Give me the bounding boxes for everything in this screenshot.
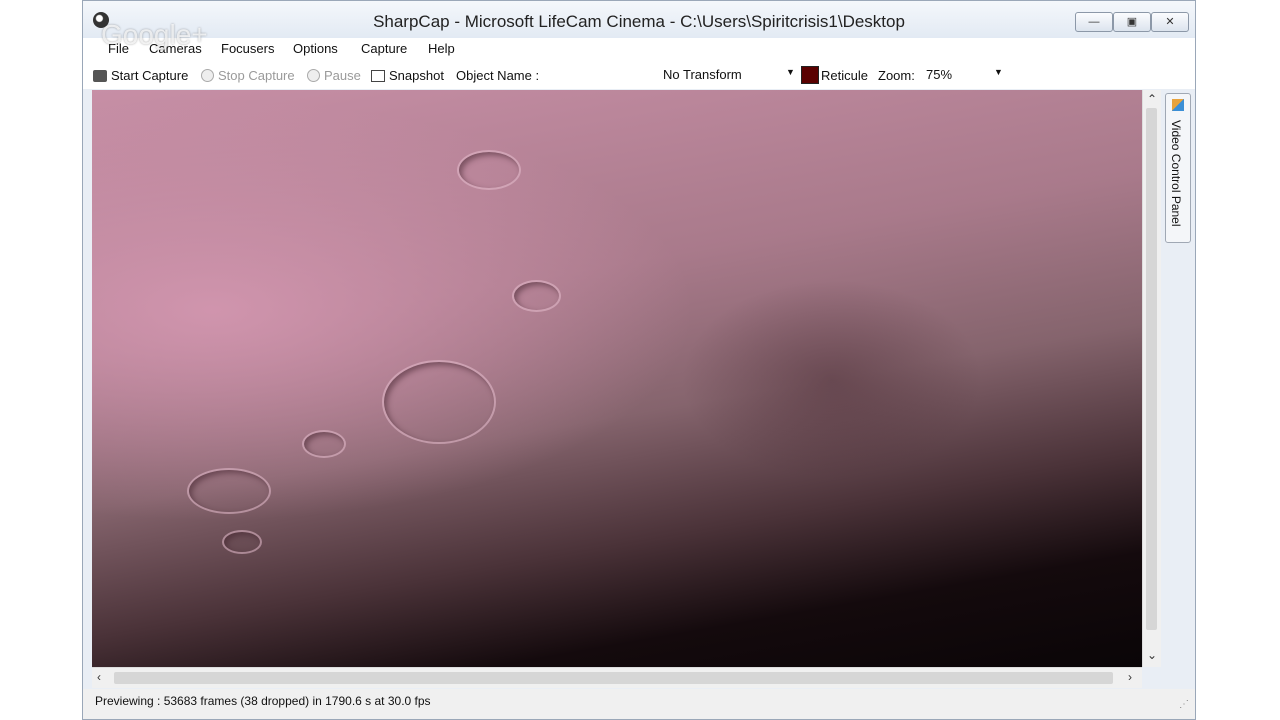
snapshot-label: Snapshot bbox=[389, 68, 444, 83]
video-control-panel-label: Video Control Panel bbox=[1169, 120, 1183, 227]
crater bbox=[382, 360, 496, 444]
start-capture-label: Start Capture bbox=[111, 68, 189, 83]
start-capture-button[interactable]: Start Capture bbox=[93, 68, 188, 83]
maximize-button[interactable]: ▣ bbox=[1113, 12, 1151, 32]
menu-bar: File Cameras Focusers Options Capture He… bbox=[83, 38, 1195, 62]
crater bbox=[302, 430, 346, 458]
close-button[interactable]: ✕ bbox=[1151, 12, 1189, 32]
horizontal-scroll-thumb[interactable] bbox=[114, 672, 1113, 684]
scroll-right-icon[interactable]: › bbox=[1128, 670, 1132, 684]
stop-capture-button[interactable]: Stop Capture bbox=[201, 68, 295, 83]
crater bbox=[512, 280, 561, 312]
control-panel-icon bbox=[1172, 99, 1184, 111]
reticule-button[interactable]: Reticule bbox=[821, 68, 868, 83]
transform-select[interactable]: No Transform bbox=[663, 67, 742, 82]
minimize-button[interactable]: — bbox=[1075, 12, 1113, 32]
menu-focusers[interactable]: Focusers bbox=[221, 41, 274, 56]
camera-icon bbox=[93, 69, 107, 82]
crater bbox=[457, 150, 521, 190]
status-bar: Previewing : 53683 frames (38 dropped) i… bbox=[83, 689, 1195, 719]
pause-icon bbox=[307, 69, 320, 82]
crater bbox=[222, 530, 262, 554]
vertical-scrollbar[interactable]: ⌃ ⌄ bbox=[1142, 90, 1161, 667]
snapshot-button[interactable]: Snapshot bbox=[371, 68, 444, 83]
pause-label: Pause bbox=[324, 68, 361, 83]
menu-file[interactable]: File bbox=[108, 41, 129, 56]
menu-help[interactable]: Help bbox=[428, 41, 455, 56]
resize-grip-icon[interactable]: ⋰ bbox=[1179, 699, 1189, 710]
reticule-icon[interactable] bbox=[801, 66, 819, 84]
camera-preview[interactable] bbox=[92, 90, 1142, 667]
snapshot-icon bbox=[371, 69, 385, 82]
pause-button[interactable]: Pause bbox=[307, 68, 361, 83]
object-name-label: Object Name : bbox=[456, 68, 540, 83]
status-text: Previewing : 53683 frames (38 dropped) i… bbox=[95, 694, 431, 708]
window-title: SharpCap - Microsoft LifeCam Cinema - C:… bbox=[373, 12, 905, 31]
title-bar[interactable]: SharpCap - Microsoft LifeCam Cinema - C:… bbox=[83, 1, 1195, 41]
video-control-panel-tab[interactable]: Video Control Panel bbox=[1165, 93, 1191, 243]
crater bbox=[187, 468, 271, 514]
scroll-left-icon[interactable]: ‹ bbox=[97, 670, 101, 684]
zoom-select[interactable]: 75% bbox=[926, 67, 952, 82]
menu-capture[interactable]: Capture bbox=[361, 41, 407, 56]
app-window: SharpCap - Microsoft LifeCam Cinema - C:… bbox=[82, 0, 1196, 720]
vertical-scroll-thumb[interactable] bbox=[1146, 108, 1157, 630]
toolbar: Start Capture Stop Capture Pause Snapsho… bbox=[83, 62, 1195, 89]
menu-cameras[interactable]: Cameras bbox=[149, 41, 202, 56]
stop-capture-label: Stop Capture bbox=[218, 68, 295, 83]
zoom-chevron-down-icon[interactable]: ▼ bbox=[994, 67, 1003, 77]
scroll-down-icon[interactable]: ⌄ bbox=[1147, 648, 1157, 662]
transform-chevron-down-icon[interactable]: ▼ bbox=[786, 67, 795, 77]
stop-icon bbox=[201, 69, 214, 82]
scroll-up-icon[interactable]: ⌃ bbox=[1147, 92, 1157, 106]
horizontal-scrollbar[interactable]: ‹ › bbox=[92, 667, 1142, 688]
menu-options[interactable]: Options bbox=[293, 41, 338, 56]
zoom-label: Zoom: bbox=[878, 68, 915, 83]
